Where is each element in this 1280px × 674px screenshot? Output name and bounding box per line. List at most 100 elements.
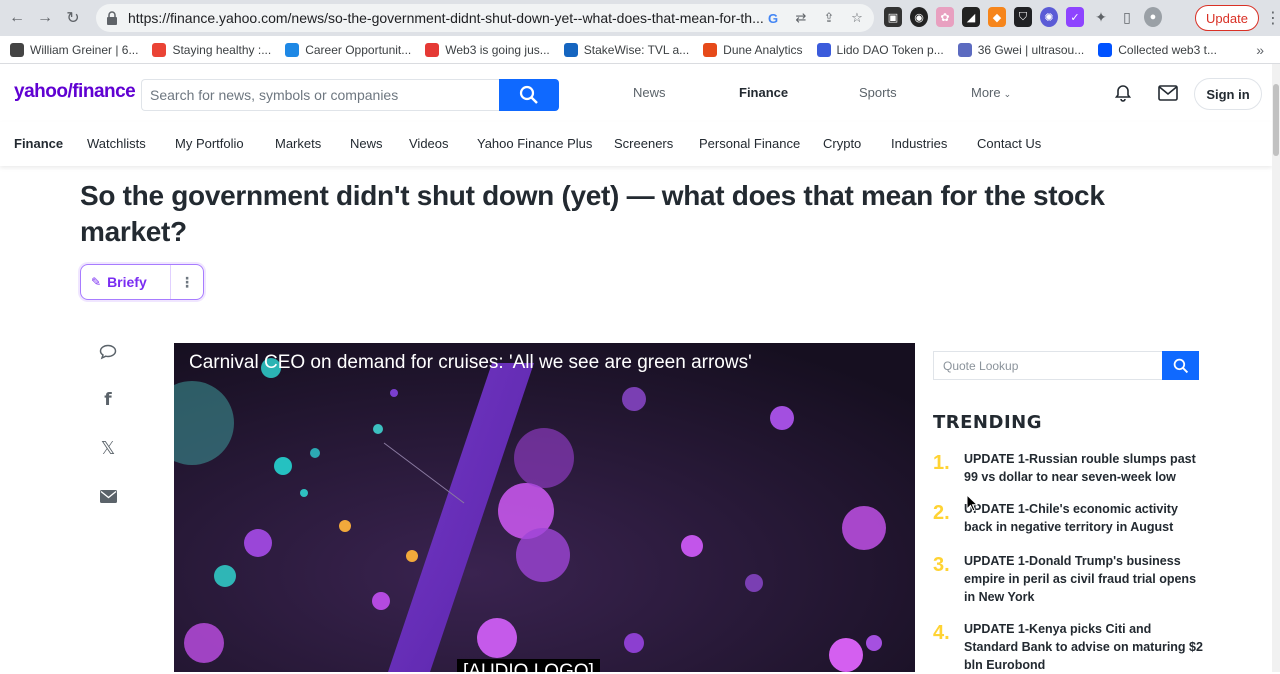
bookmark-item[interactable]: Collected web3 t... — [1098, 42, 1217, 57]
update-button[interactable]: Update — [1195, 5, 1259, 31]
video-player[interactable]: Carnival CEO on demand for cruises: 'All… — [174, 343, 915, 672]
bookmarks-overflow-icon[interactable]: » — [1256, 42, 1264, 58]
bookmark-label: 36 Gwei | ultrasou... — [977, 42, 1085, 57]
google-icon[interactable]: G — [764, 8, 782, 28]
profile-avatar-icon[interactable]: ● — [1144, 7, 1162, 27]
quote-lookup-input[interactable]: Quote Lookup — [933, 351, 1162, 380]
search-input[interactable]: Search for news, symbols or companies — [141, 79, 499, 111]
trending-rank: 1. — [933, 452, 950, 474]
finance-subnav: Finance Watchlists My Portfolio Markets … — [0, 122, 1272, 166]
quote-search-button[interactable] — [1162, 351, 1199, 380]
search-icon — [1173, 358, 1188, 373]
nav-more-label: More — [971, 85, 1001, 100]
url-text: https://finance.yahoo.com/news/so-the-go… — [128, 10, 764, 26]
extension-icon[interactable]: ✿ — [936, 7, 954, 27]
subnav-videos[interactable]: Videos — [409, 136, 449, 151]
extension-icon[interactable]: ◢ — [962, 7, 980, 27]
bookmark-item[interactable]: Dune Analytics — [703, 42, 803, 57]
trending-rank: 4. — [933, 622, 950, 644]
chevron-down-icon: ⌄ — [1003, 89, 1012, 99]
bookmark-label: StakeWise: TVL a... — [583, 42, 690, 57]
sidebar-icon[interactable]: ▯ — [1118, 7, 1136, 27]
site-header: yahoo/finance Search for news, symbols o… — [0, 64, 1272, 122]
extensions-bar: ▣ ◉ ✿ ◢ ◆ ⛉ ✺ ✓ ✦ ▯ ● — [884, 7, 1162, 27]
email-share-icon[interactable] — [98, 486, 118, 506]
briefy-button[interactable]: ✎ Briefy — [81, 265, 171, 299]
bookmark-item[interactable]: Web3 is going jus... — [425, 42, 550, 57]
subnav-watchlists[interactable]: Watchlists — [87, 136, 146, 151]
trending-rank: 2. — [933, 502, 950, 524]
bookmark-favicon-icon — [957, 42, 972, 57]
nav-finance[interactable]: Finance — [739, 85, 788, 100]
page-scrollbar[interactable] — [1272, 64, 1280, 672]
bookmark-item[interactable]: Lido DAO Token p... — [816, 42, 944, 57]
subnav-my-portfolio[interactable]: My Portfolio — [175, 136, 244, 151]
bookmark-label: Lido DAO Token p... — [836, 42, 944, 57]
trending-link[interactable]: UPDATE 1-Chile's economic activity back … — [964, 500, 1204, 536]
bookmark-item[interactable]: Staying healthy :... — [152, 42, 271, 57]
trending-heading: TRENDING — [933, 412, 1042, 433]
subnav-markets[interactable]: Markets — [275, 136, 321, 151]
share-icon[interactable]: ⇪ — [820, 8, 838, 28]
video-title: Carnival CEO on demand for cruises: 'All… — [189, 352, 752, 373]
trending-link[interactable]: UPDATE 1-Russian rouble slumps past 99 v… — [964, 450, 1204, 486]
bell-icon[interactable] — [1114, 84, 1132, 102]
extension-icon[interactable]: ✺ — [1040, 7, 1058, 27]
nav-more[interactable]: More ⌄ — [971, 85, 1011, 100]
video-caption: [AUDIO LOGO] — [457, 659, 600, 672]
extension-icon[interactable]: ▣ — [884, 7, 902, 27]
subnav-yahoo-finance-plus[interactable]: Yahoo Finance Plus — [477, 136, 592, 151]
subnav-industries[interactable]: Industries — [891, 136, 947, 151]
trending-link[interactable]: UPDATE 1-Donald Trump's business empire … — [964, 552, 1204, 606]
bookmark-item[interactable]: Career Opportunit... — [285, 42, 411, 57]
briefy-more-icon[interactable]: ⋮ — [171, 274, 203, 291]
extension-icon[interactable]: ◉ — [910, 7, 928, 27]
bookmark-favicon-icon — [703, 42, 718, 57]
trending-rank: 3. — [933, 554, 950, 576]
bookmark-item[interactable]: StakeWise: TVL a... — [563, 42, 690, 57]
bookmark-item[interactable]: William Greiner | 6... — [10, 42, 139, 57]
mail-icon[interactable] — [1158, 85, 1178, 101]
bookmark-favicon-icon — [425, 42, 440, 57]
mouse-cursor-icon — [966, 494, 978, 512]
yahoo-finance-logo[interactable]: yahoo/finance — [14, 81, 136, 103]
nav-news[interactable]: News — [633, 85, 666, 100]
back-icon[interactable]: ← — [6, 7, 28, 29]
browser-menu-icon[interactable]: ⋮ — [1265, 8, 1280, 28]
sign-in-button[interactable]: Sign in — [1194, 78, 1262, 110]
subnav-crypto[interactable]: Crypto — [823, 136, 861, 151]
nav-sports[interactable]: Sports — [859, 85, 897, 100]
bookmark-label: Web3 is going jus... — [445, 42, 550, 57]
subnav-screeners[interactable]: Screeners — [614, 136, 673, 151]
shield-icon[interactable]: ⛉ — [1014, 7, 1032, 27]
article-headline: So the government didn't shut down (yet)… — [80, 180, 1105, 247]
bookmark-star-icon[interactable]: ☆ — [848, 8, 866, 28]
extension-icon[interactable]: ✓ — [1066, 7, 1084, 27]
bookmark-label: Collected web3 t... — [1118, 42, 1217, 57]
subnav-finance[interactable]: Finance — [14, 136, 63, 151]
puzzle-icon[interactable]: ✦ — [1092, 7, 1110, 27]
subnav-news[interactable]: News — [350, 136, 383, 151]
browser-toolbar: ← → ↻ https://finance.yahoo.com/news/so-… — [0, 0, 1280, 36]
bookmark-label: William Greiner | 6... — [30, 42, 139, 57]
sparkle-wand-icon: ✎ — [91, 275, 102, 289]
address-bar[interactable]: https://finance.yahoo.com/news/so-the-go… — [96, 4, 874, 32]
translate-icon[interactable]: ⇄ — [792, 8, 810, 28]
bookmark-favicon-icon — [152, 42, 167, 57]
bookmark-item[interactable]: 36 Gwei | ultrasou... — [957, 42, 1085, 57]
video-frame-image — [174, 343, 915, 672]
trending-link[interactable]: UPDATE 1-Kenya picks Citi and Standard B… — [964, 620, 1204, 674]
bookmark-label: Dune Analytics — [723, 42, 803, 57]
scrollbar-thumb[interactable] — [1273, 84, 1279, 156]
reload-icon[interactable]: ↻ — [62, 7, 84, 29]
subnav-contact-us[interactable]: Contact Us — [977, 136, 1041, 151]
bookmark-favicon-icon — [1098, 42, 1113, 57]
facebook-icon[interactable]: f — [98, 390, 118, 410]
briefy-label: Briefy — [107, 274, 147, 290]
x-twitter-icon[interactable]: 𝕏 — [98, 438, 118, 458]
subnav-personal-finance[interactable]: Personal Finance — [699, 136, 800, 151]
metamask-icon[interactable]: ◆ — [988, 7, 1006, 27]
forward-icon[interactable]: → — [34, 7, 56, 29]
comment-icon[interactable] — [98, 342, 118, 362]
search-button[interactable] — [499, 79, 559, 111]
